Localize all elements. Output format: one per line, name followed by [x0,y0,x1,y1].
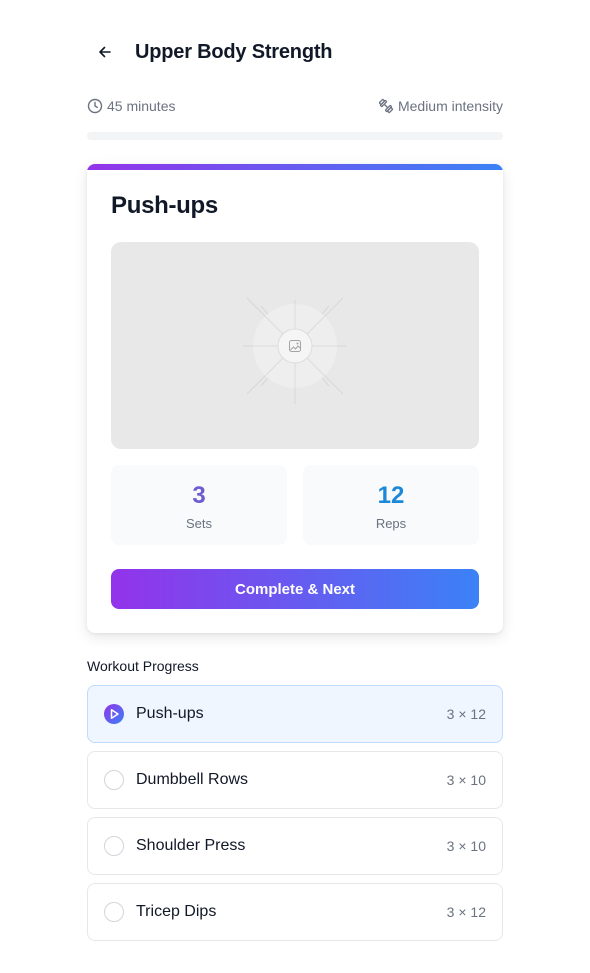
back-button[interactable] [87,36,127,68]
sets-label: Sets [185,516,212,531]
exercise-name: Dumbbell Rows [136,771,249,788]
exercise-list: Push-ups 3 × 12 Dumbbell Rows 3 × 10 Sho… [87,685,503,949]
duration: 45 minutes [87,98,175,114]
exercise-name: Push-ups [136,705,204,722]
play-icon [104,704,124,724]
exercise-name: Shoulder Press [136,837,246,854]
exercise-sets-reps: 3 × 10 [446,772,486,788]
empty-circle-icon [104,770,124,790]
dumbbell-icon [378,98,394,114]
header: Upper Body Strength [87,36,503,68]
list-item[interactable]: Tricep Dips 3 × 12 [87,883,503,941]
reps-label: Reps [375,516,407,531]
empty-circle-icon [104,836,124,856]
exercise-name: Tricep Dips [136,903,217,920]
page-title: Upper Body Strength [135,40,333,63]
list-item[interactable]: Dumbbell Rows 3 × 10 [87,751,503,809]
complete-next-button[interactable]: Complete & Next [111,569,479,609]
clock-icon [87,98,103,114]
reps-value: 12 [377,482,405,509]
exercise-sets-reps: 3 × 10 [446,838,486,854]
exercise-card: Push-ups 3 Sets 12 Reps Complete & Next [87,164,503,633]
sets-value: 3 [192,482,206,509]
arrow-left-icon [99,46,111,58]
empty-circle-icon [104,902,124,922]
workout-progress-bar [87,132,503,140]
exercise-image [111,242,479,449]
list-item[interactable]: Push-ups 3 × 12 [87,685,503,743]
list-item[interactable]: Shoulder Press 3 × 10 [87,817,503,875]
card-accent-bar [87,164,503,170]
intensity-text: Medium intensity [397,98,503,114]
workout-meta: 45 minutes Medium intensity [87,96,503,116]
intensity: Medium intensity [378,98,503,114]
sets-stat: 3 Sets [111,465,287,545]
exercise-sets-reps: 3 × 12 [446,706,486,722]
exercise-title: Push-ups [111,192,218,219]
image-placeholder-icon [243,297,347,404]
exercise-sets-reps: 3 × 12 [446,904,486,920]
duration-text: 45 minutes [107,98,176,114]
reps-stat: 12 Reps [303,465,479,545]
workout-progress-title: Workout Progress [87,658,199,674]
